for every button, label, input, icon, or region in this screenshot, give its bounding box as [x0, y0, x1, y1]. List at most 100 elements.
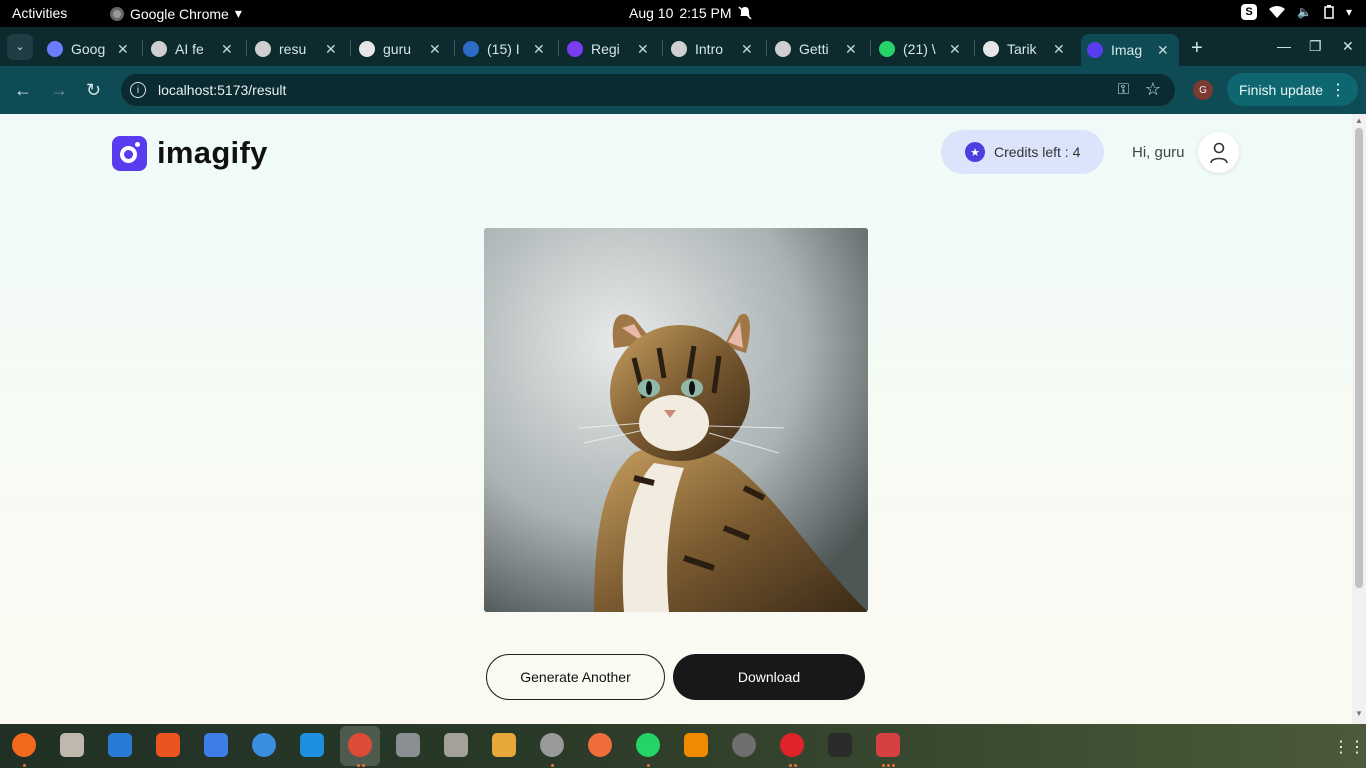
generate-another-button[interactable]: Generate Another [486, 654, 665, 700]
github-icon [983, 41, 999, 57]
updates-icon[interactable] [780, 733, 804, 757]
tab-7[interactable]: Intro ✕ [665, 34, 763, 64]
tab-title: Tarik [1007, 41, 1037, 57]
close-tab-icon[interactable]: ✕ [325, 41, 337, 58]
site-info-icon[interactable]: i [130, 82, 146, 98]
whatsapp-icon[interactable] [636, 733, 660, 757]
close-tab-icon[interactable]: ✕ [637, 41, 649, 58]
openai-icon [151, 41, 167, 57]
credits-button[interactable]: ★ Credits left : 4 [941, 130, 1104, 174]
text-editor-icon[interactable] [204, 733, 228, 757]
system-tray[interactable]: S 🔈 ▾ [1241, 4, 1352, 20]
archive-icon[interactable] [444, 733, 468, 757]
ollama-icon [671, 41, 687, 57]
back-icon[interactable]: ← [14, 80, 32, 101]
notifications-off-icon [737, 6, 752, 20]
new-tab-button[interactable]: + [1191, 37, 1203, 60]
address-bar[interactable]: i localhost:5173/result ⚿ ☆ [121, 74, 1175, 106]
files-icon[interactable] [60, 733, 84, 757]
tab-separator [454, 40, 455, 56]
close-tab-icon[interactable]: ✕ [741, 41, 753, 58]
generated-image [484, 228, 868, 612]
maximize-icon[interactable]: ❐ [1309, 38, 1322, 55]
tab-5[interactable]: (15) I ✕ [457, 34, 555, 64]
software-center-icon[interactable] [156, 733, 180, 757]
finish-update-label: Finish update [1239, 81, 1324, 98]
page-scrollbar[interactable]: ▲ ▼ [1352, 114, 1366, 724]
activities-button[interactable]: Activities [12, 5, 67, 21]
battery-icon [1324, 5, 1334, 19]
close-tab-icon[interactable]: ✕ [117, 41, 129, 58]
tab-4[interactable]: guru ✕ [353, 34, 451, 64]
close-tab-icon[interactable]: ✕ [845, 41, 857, 58]
system-top-bar: Activities Google Chrome ▾ Aug 10 2:15 P… [0, 0, 1366, 27]
more-vertical-icon: ⋮ [1330, 82, 1346, 99]
openai-icon [775, 41, 791, 57]
tab-title: (15) I [487, 41, 520, 57]
scroll-down-icon[interactable]: ▼ [1355, 709, 1363, 718]
skype-icon[interactable]: S [1241, 4, 1258, 20]
image-viewer-icon[interactable] [492, 733, 516, 757]
finish-update-button[interactable]: Finish update ⋮ [1227, 73, 1358, 106]
settings-icon[interactable] [540, 733, 564, 757]
tab-2[interactable]: AI fe ✕ [145, 34, 243, 64]
chrome-icon[interactable] [348, 733, 372, 757]
bookmark-star-icon[interactable]: ☆ [1145, 79, 1161, 100]
profile-avatar[interactable]: G [1193, 80, 1213, 100]
running-indicator [356, 764, 360, 767]
show-apps-icon[interactable]: ⋮⋮⋮ [1333, 737, 1366, 757]
close-tab-icon[interactable]: ✕ [221, 41, 233, 58]
vlc-icon[interactable] [684, 733, 708, 757]
browser-toolbar: ← → ↻ i localhost:5173/result ⚿ ☆ G Fini… [0, 66, 1366, 114]
tab-3[interactable]: resu ✕ [249, 34, 347, 64]
tab-separator [870, 40, 871, 56]
app-menu[interactable]: Google Chrome ▾ [110, 5, 242, 22]
scroll-up-icon[interactable]: ▲ [1355, 116, 1363, 125]
tab-search-button[interactable]: ⌄ [7, 33, 33, 60]
reload-icon[interactable]: ↻ [86, 80, 101, 101]
user-avatar[interactable] [1198, 132, 1239, 173]
close-tab-icon[interactable]: ✕ [949, 41, 961, 58]
tab-title: resu [279, 41, 307, 57]
url-text[interactable]: localhost:5173/result [158, 82, 286, 98]
tab-1[interactable]: Goog ✕ [41, 34, 139, 64]
tab-separator [662, 40, 663, 56]
terminal-icon[interactable] [828, 733, 852, 757]
screenshot-icon[interactable] [396, 733, 420, 757]
tab-9[interactable]: (21) \ ✕ [873, 34, 971, 64]
tab-separator [350, 40, 351, 56]
tab-title: (21) \ [903, 41, 936, 57]
github-icon [359, 41, 375, 57]
close-tab-icon[interactable]: ✕ [533, 41, 545, 58]
firefox-icon[interactable] [12, 733, 36, 757]
imagify-logo-icon [112, 135, 147, 171]
close-tab-icon[interactable]: ✕ [1053, 41, 1065, 58]
tab-separator [558, 40, 559, 56]
clock[interactable]: Aug 10 2:15 PM [629, 5, 752, 21]
tab-10[interactable]: Tarik ✕ [977, 34, 1075, 64]
user-greeting: Hi, guru [1132, 144, 1185, 161]
close-tab-icon[interactable]: ✕ [1157, 42, 1169, 59]
tab-11[interactable]: Imag ✕ [1081, 34, 1179, 66]
tab-6[interactable]: Regi ✕ [561, 34, 659, 64]
postman-icon[interactable] [588, 733, 612, 757]
vscode-icon[interactable] [300, 733, 324, 757]
help-icon[interactable] [252, 733, 276, 757]
minimize-icon[interactable]: — [1277, 38, 1291, 54]
chevron-down-icon: ▾ [1345, 5, 1352, 19]
tab-8[interactable]: Getti ✕ [769, 34, 867, 64]
app-store-icon[interactable] [732, 733, 756, 757]
close-tab-icon[interactable]: ✕ [429, 41, 441, 58]
close-window-icon[interactable]: ✕ [1342, 38, 1354, 55]
running-indicator [23, 764, 26, 767]
document-viewer-icon[interactable] [876, 733, 900, 757]
forward-icon[interactable]: → [50, 80, 68, 101]
running-indicator [887, 764, 890, 767]
download-button[interactable]: Download [673, 654, 865, 700]
thunderbird-icon[interactable] [108, 733, 132, 757]
imagify-logo[interactable]: imagify [112, 135, 268, 171]
tab-separator [766, 40, 767, 56]
scrollbar-thumb[interactable] [1355, 128, 1363, 588]
key-icon[interactable]: ⚿ [1118, 81, 1129, 98]
tab-separator [246, 40, 247, 56]
